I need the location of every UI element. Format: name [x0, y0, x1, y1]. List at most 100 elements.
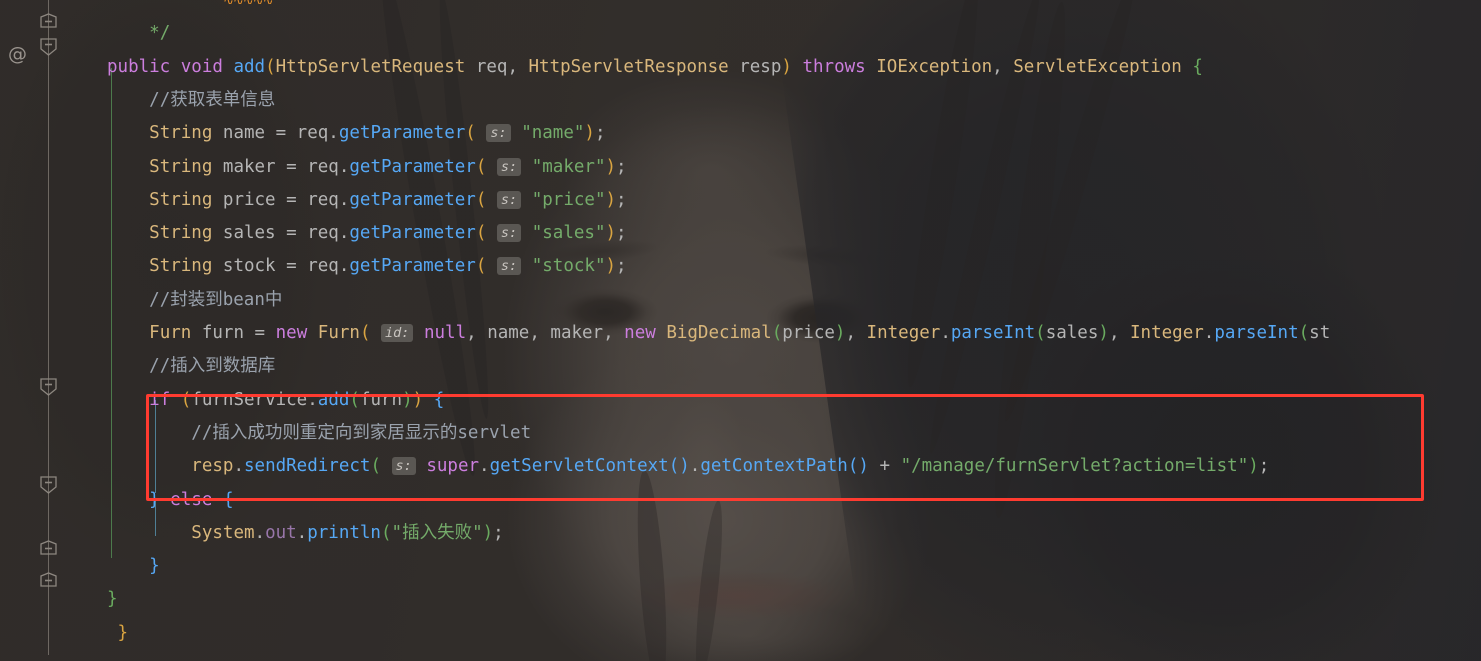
code-token: public [107, 56, 171, 77]
code-token: new [275, 323, 308, 343]
code-token: "/manage/furnServlet?action=list" [900, 456, 1249, 477]
code-token: . [233, 456, 244, 477]
code-token: //封装到bean中 [149, 289, 283, 310]
code-token: IOException [876, 56, 993, 77]
code-token: ) [605, 189, 617, 210]
code-token: //获取表单信息 [149, 89, 276, 110]
code-token: ; [616, 256, 627, 277]
code-token: parseInt [1214, 323, 1299, 343]
code-token: resp [728, 56, 782, 77]
code-token: Integer [866, 323, 941, 343]
code-token: resp [191, 456, 234, 477]
code-token: out [265, 522, 297, 543]
code-token: "maker" [531, 156, 606, 177]
code-token: System [191, 522, 255, 543]
code-token: ) [412, 389, 424, 410]
code-token: } [107, 589, 118, 610]
code-token: if [149, 389, 171, 410]
code-line[interactable]: String price = req.getParameter( s: "pri… [0, 184, 1481, 217]
code-token: throws [802, 56, 866, 77]
code-token: void [180, 56, 223, 77]
code-token: "sales" [531, 223, 606, 244]
code-token: sales [212, 223, 287, 244]
code-line[interactable]: */ [0, 17, 1481, 50]
code-token: ( [359, 323, 371, 343]
code-token: //插入成功则重定向到家居显示的servlet [191, 422, 532, 443]
code-line[interactable]: String sales = req.getParameter( s: "sal… [0, 217, 1481, 250]
code-line[interactable]: String maker = req.getParameter( s: "mak… [0, 151, 1481, 184]
code-token: price [212, 189, 287, 210]
code-token: = [286, 256, 297, 277]
code-token: req [296, 189, 339, 210]
code-line[interactable]: //封装到bean中 [0, 284, 1481, 317]
code-token: req [296, 223, 339, 244]
code-token: ( [475, 189, 487, 210]
code-token: ( [349, 389, 360, 410]
code-line[interactable]: String stock = req.getParameter( s: "sto… [0, 250, 1481, 283]
code-token: req [296, 156, 339, 177]
parameter-name-hint: s: [391, 457, 416, 476]
code-line[interactable]: //插入到数据库 [0, 350, 1481, 383]
code-line[interactable]: } [0, 583, 1481, 616]
code-token: ( [180, 389, 192, 410]
code-line[interactable]: System.out.println("插入失败"); [0, 517, 1481, 550]
code-line[interactable]: Furn furn = new Furn( id: null, name, ma… [0, 317, 1481, 350]
code-token: super [426, 456, 480, 477]
code-token: { [1192, 56, 1203, 77]
code-token: null [423, 323, 467, 343]
code-editor[interactable]: @ */ public void add(HttpServletRequest … [0, 0, 1481, 661]
code-token: . [689, 456, 701, 477]
code-token: = [286, 156, 297, 177]
code-token: . [338, 156, 350, 177]
code-token: furn [191, 323, 255, 343]
code-token: . [338, 256, 350, 277]
code-line[interactable]: String name = req.getParameter( s: "name… [0, 117, 1481, 150]
code-line[interactable]: } else { [0, 484, 1481, 517]
code-token: sendRedirect [244, 456, 371, 477]
code-token: . [254, 522, 266, 543]
code-line[interactable]: if (furnService.add(furn)) { [0, 384, 1481, 417]
code-token: String [149, 256, 213, 277]
code-token: req [296, 256, 339, 277]
code-token: Furn [317, 323, 360, 343]
code-line[interactable]: public void add(HttpServletRequest req, … [0, 51, 1481, 84]
parameter-name-hint: s: [496, 190, 522, 209]
code-token: . [338, 189, 350, 210]
parameter-name-hint: id: [381, 324, 414, 342]
code-token: ) [1248, 456, 1259, 477]
code-token: "price" [531, 189, 606, 210]
code-line[interactable]: resp.sendRedirect( s: super.getServletCo… [0, 450, 1481, 483]
code-token: ) [402, 389, 413, 410]
code-line[interactable]: } [0, 550, 1481, 583]
parameter-name-hint: s: [496, 257, 522, 276]
code-token: . [307, 389, 318, 410]
code-line[interactable]: } [0, 617, 1481, 650]
code-token: ; [616, 156, 627, 177]
code-text-area[interactable]: ∿∿∿∿∿∿∿∿ */public void add(HttpServletRe… [0, 0, 1481, 661]
code-line[interactable]: //获取表单信息 [0, 84, 1481, 117]
code-token: */ [149, 23, 171, 44]
code-token: { [222, 489, 234, 510]
code-token: sales [1045, 323, 1099, 343]
code-line[interactable]: //插入成功则重定向到家居显示的servlet [0, 417, 1481, 450]
parameter-name-hint: s: [496, 224, 522, 243]
code-token: . [1203, 323, 1215, 343]
code-token: getParameter [349, 189, 476, 210]
code-token: println [307, 522, 381, 543]
